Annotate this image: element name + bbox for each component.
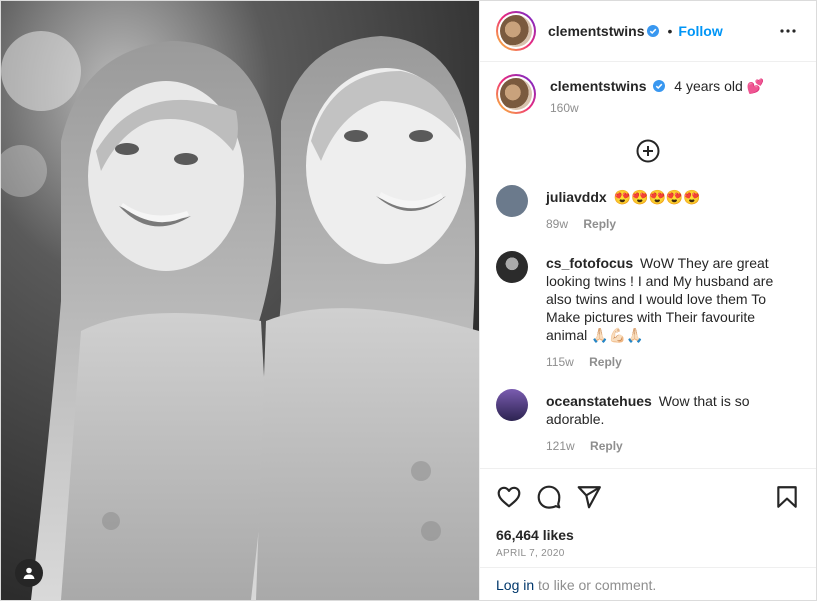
- post-date: April 7, 2020: [496, 548, 565, 559]
- follow-button[interactable]: Follow: [678, 23, 722, 39]
- comment-item: juliavddx 😍😍😍😍😍 89w Reply: [496, 185, 800, 233]
- load-more-comments: [496, 139, 800, 163]
- more-options-icon: [780, 29, 796, 33]
- caption-username[interactable]: clementstwins: [550, 78, 646, 94]
- verified-badge-icon: [653, 80, 666, 92]
- twins-photo-image: [1, 1, 479, 600]
- post-caption: clementstwins 4 years old 💕 160w: [496, 74, 800, 115]
- author-avatar[interactable]: [496, 11, 536, 51]
- reply-button[interactable]: Reply: [583, 217, 616, 231]
- reply-button[interactable]: Reply: [589, 355, 622, 369]
- add-circle-icon[interactable]: [636, 139, 660, 163]
- login-link[interactable]: Log in: [496, 577, 534, 593]
- comment-icon[interactable]: [536, 484, 562, 510]
- user-tag-button[interactable]: [15, 559, 43, 587]
- comment-avatar[interactable]: [496, 185, 528, 217]
- likes-count[interactable]: 66,464 likes: [496, 527, 800, 543]
- author-username[interactable]: clementstwins: [548, 23, 644, 39]
- comment-item: oceanstatehues Wow that is so adorable. …: [496, 389, 800, 455]
- comment-text: 😍😍😍😍😍: [613, 189, 701, 205]
- comment-age: 89w: [546, 217, 569, 231]
- comment-age: 115w: [546, 355, 574, 369]
- post-sidebar: clementstwins • Follow clementstwins 4 y…: [479, 1, 816, 600]
- more-options-button[interactable]: [776, 19, 800, 43]
- user-tag-icon: [23, 567, 35, 579]
- action-bar: 66,464 likes April 7, 2020: [480, 468, 816, 559]
- comment-avatar[interactable]: [496, 389, 528, 421]
- reply-button[interactable]: Reply: [590, 439, 623, 453]
- caption-text: 4 years old 💕: [674, 78, 765, 94]
- separator-dot: •: [667, 23, 673, 39]
- comment-username[interactable]: juliavddx: [546, 189, 607, 205]
- post-dialog: clementstwins • Follow clementstwins 4 y…: [0, 0, 817, 601]
- comment-item: cs_fotofocus WoW They are great looking …: [496, 251, 800, 371]
- comments-list[interactable]: clementstwins 4 years old 💕 160w juliavd…: [480, 62, 816, 468]
- comment-age: 121w: [546, 439, 575, 453]
- post-header: clementstwins • Follow: [480, 1, 816, 62]
- login-prompt-text: to like or comment.: [534, 577, 657, 593]
- share-icon[interactable]: [576, 484, 602, 510]
- heart-icon[interactable]: [496, 484, 522, 510]
- verified-badge-icon: [647, 25, 660, 37]
- comment-username[interactable]: oceanstatehues: [546, 393, 652, 409]
- comment-avatar[interactable]: [496, 251, 528, 283]
- login-prompt: Log in to like or comment.: [480, 567, 816, 600]
- comment-username[interactable]: cs_fotofocus: [546, 255, 633, 271]
- caption-age: 160w: [550, 101, 579, 115]
- caption-avatar[interactable]: [496, 74, 536, 114]
- bookmark-icon[interactable]: [774, 484, 800, 510]
- post-photo[interactable]: [1, 1, 479, 600]
